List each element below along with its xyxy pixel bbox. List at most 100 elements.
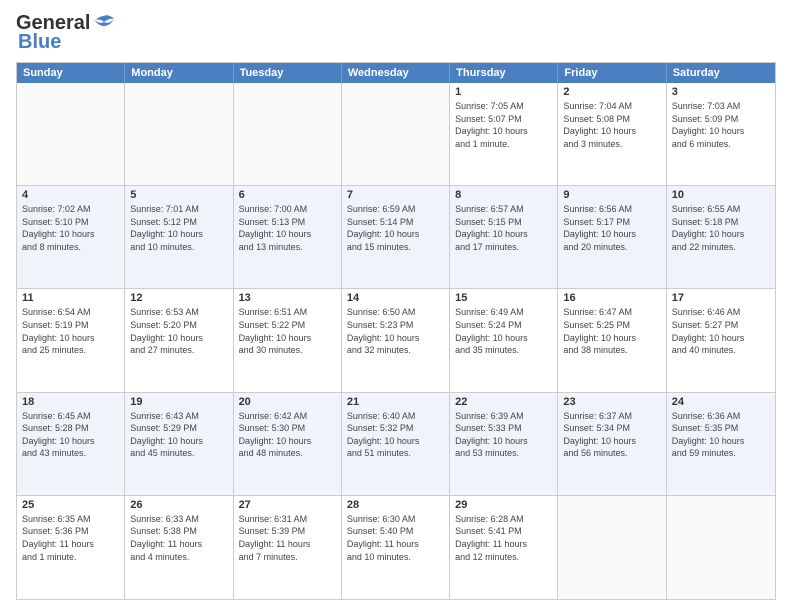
- day-number: 2: [563, 86, 660, 98]
- day-info: Sunrise: 7:04 AM Sunset: 5:08 PM Dayligh…: [563, 100, 660, 150]
- day-info: Sunrise: 6:42 AM Sunset: 5:30 PM Dayligh…: [239, 410, 336, 460]
- day-info: Sunrise: 6:46 AM Sunset: 5:27 PM Dayligh…: [672, 306, 770, 356]
- day-number: 15: [455, 292, 552, 304]
- calendar-row: 4 Sunrise: 7:02 AM Sunset: 5:10 PM Daylig…: [17, 186, 775, 289]
- day-info: Sunrise: 6:54 AM Sunset: 5:19 PM Dayligh…: [22, 306, 119, 356]
- day-number: 17: [672, 292, 770, 304]
- calendar-body: 1Sunrise: 7:05 AM Sunset: 5:07 PM Daylig…: [17, 83, 775, 599]
- calendar-cell: 20Sunrise: 6:42 AM Sunset: 5:30 PM Dayli…: [234, 393, 342, 495]
- calendar-row: 11 Sunrise: 6:54 AM Sunset: 5:19 PM Dayli…: [17, 289, 775, 392]
- weekday-header: Saturday: [667, 63, 775, 83]
- day-number: 29: [455, 499, 552, 511]
- day-number: 8: [455, 189, 552, 201]
- calendar-cell: 29 Sunrise: 6:28 AM Sunset: 5:41 PM Dayli…: [450, 496, 558, 599]
- day-info: Sunrise: 6:56 AM Sunset: 5:17 PM Dayligh…: [563, 203, 660, 253]
- header: General Blue: [16, 12, 776, 54]
- day-number: 24: [672, 396, 770, 408]
- day-number: 22: [455, 396, 552, 408]
- calendar-cell: 11 Sunrise: 6:54 AM Sunset: 5:19 PM Dayli…: [17, 289, 125, 391]
- day-info: Sunrise: 6:53 AM Sunset: 5:20 PM Dayligh…: [130, 306, 227, 356]
- calendar-cell: 10Sunrise: 6:55 AM Sunset: 5:18 PM Dayli…: [667, 186, 775, 288]
- day-number: 18: [22, 396, 119, 408]
- calendar-cell: 24 Sunrise: 6:36 AM Sunset: 5:35 PM Dayli…: [667, 393, 775, 495]
- day-number: 25: [22, 499, 119, 511]
- day-number: 21: [347, 396, 444, 408]
- day-info: Sunrise: 7:03 AM Sunset: 5:09 PM Dayligh…: [672, 100, 770, 150]
- page: General Blue SundayMondayTuesdayWednesda…: [0, 0, 792, 612]
- calendar-row: 25 Sunrise: 6:35 AM Sunset: 5:36 PM Dayli…: [17, 496, 775, 599]
- day-info: Sunrise: 6:43 AM Sunset: 5:29 PM Dayligh…: [130, 410, 227, 460]
- day-number: 4: [22, 189, 119, 201]
- day-info: Sunrise: 6:28 AM Sunset: 5:41 PM Dayligh…: [455, 513, 552, 563]
- calendar-cell: [558, 496, 666, 599]
- day-number: 26: [130, 499, 227, 511]
- calendar-cell: 17 Sunrise: 6:46 AM Sunset: 5:27 PM Dayli…: [667, 289, 775, 391]
- weekday-header: Sunday: [17, 63, 125, 83]
- calendar-cell: 23 Sunrise: 6:37 AM Sunset: 5:34 PM Dayli…: [558, 393, 666, 495]
- day-number: 3: [672, 86, 770, 98]
- calendar-cell: 15 Sunrise: 6:49 AM Sunset: 5:24 PM Dayli…: [450, 289, 558, 391]
- day-number: 11: [22, 292, 119, 304]
- logo-blue: Blue: [18, 31, 61, 54]
- calendar-cell: 19 Sunrise: 6:43 AM Sunset: 5:29 PM Dayli…: [125, 393, 233, 495]
- day-number: 23: [563, 396, 660, 408]
- day-info: Sunrise: 7:02 AM Sunset: 5:10 PM Dayligh…: [22, 203, 119, 253]
- day-number: 12: [130, 292, 227, 304]
- day-number: 6: [239, 189, 336, 201]
- day-info: Sunrise: 6:39 AM Sunset: 5:33 PM Dayligh…: [455, 410, 552, 460]
- calendar-cell: 4 Sunrise: 7:02 AM Sunset: 5:10 PM Daylig…: [17, 186, 125, 288]
- calendar-cell: 5Sunrise: 7:01 AM Sunset: 5:12 PM Daylig…: [125, 186, 233, 288]
- day-number: 5: [130, 189, 227, 201]
- logo: General Blue: [16, 12, 116, 54]
- weekday-header: Monday: [125, 63, 233, 83]
- calendar-cell: 28 Sunrise: 6:30 AM Sunset: 5:40 PM Dayli…: [342, 496, 450, 599]
- day-info: Sunrise: 6:30 AM Sunset: 5:40 PM Dayligh…: [347, 513, 444, 563]
- calendar-cell: [342, 83, 450, 185]
- day-number: 19: [130, 396, 227, 408]
- calendar-cell: 25 Sunrise: 6:35 AM Sunset: 5:36 PM Dayli…: [17, 496, 125, 599]
- day-info: Sunrise: 6:40 AM Sunset: 5:32 PM Dayligh…: [347, 410, 444, 460]
- day-info: Sunrise: 6:49 AM Sunset: 5:24 PM Dayligh…: [455, 306, 552, 356]
- day-info: Sunrise: 6:59 AM Sunset: 5:14 PM Dayligh…: [347, 203, 444, 253]
- day-info: Sunrise: 6:55 AM Sunset: 5:18 PM Dayligh…: [672, 203, 770, 253]
- day-number: 1: [455, 86, 552, 98]
- calendar-cell: 8 Sunrise: 6:57 AM Sunset: 5:15 PM Daylig…: [450, 186, 558, 288]
- calendar-header: SundayMondayTuesdayWednesdayThursdayFrid…: [17, 63, 775, 83]
- day-info: Sunrise: 6:33 AM Sunset: 5:38 PM Dayligh…: [130, 513, 227, 563]
- calendar-cell: [125, 83, 233, 185]
- calendar-cell: 1Sunrise: 7:05 AM Sunset: 5:07 PM Daylig…: [450, 83, 558, 185]
- calendar-cell: 7 Sunrise: 6:59 AM Sunset: 5:14 PM Daylig…: [342, 186, 450, 288]
- day-info: Sunrise: 6:36 AM Sunset: 5:35 PM Dayligh…: [672, 410, 770, 460]
- calendar-cell: 26 Sunrise: 6:33 AM Sunset: 5:38 PM Dayli…: [125, 496, 233, 599]
- day-info: Sunrise: 6:50 AM Sunset: 5:23 PM Dayligh…: [347, 306, 444, 356]
- calendar-cell: [234, 83, 342, 185]
- calendar-cell: 22 Sunrise: 6:39 AM Sunset: 5:33 PM Dayli…: [450, 393, 558, 495]
- day-info: Sunrise: 6:37 AM Sunset: 5:34 PM Dayligh…: [563, 410, 660, 460]
- calendar-cell: 3 Sunrise: 7:03 AM Sunset: 5:09 PM Daylig…: [667, 83, 775, 185]
- weekday-header: Thursday: [450, 63, 558, 83]
- calendar-cell: 2 Sunrise: 7:04 AM Sunset: 5:08 PM Daylig…: [558, 83, 666, 185]
- day-info: Sunrise: 6:45 AM Sunset: 5:28 PM Dayligh…: [22, 410, 119, 460]
- weekday-header: Tuesday: [234, 63, 342, 83]
- calendar-cell: 13Sunrise: 6:51 AM Sunset: 5:22 PM Dayli…: [234, 289, 342, 391]
- day-number: 7: [347, 189, 444, 201]
- day-info: Sunrise: 6:35 AM Sunset: 5:36 PM Dayligh…: [22, 513, 119, 563]
- calendar-row: 18 Sunrise: 6:45 AM Sunset: 5:28 PM Dayli…: [17, 393, 775, 496]
- day-number: 28: [347, 499, 444, 511]
- calendar-cell: 6 Sunrise: 7:00 AM Sunset: 5:13 PM Daylig…: [234, 186, 342, 288]
- calendar-cell: [17, 83, 125, 185]
- day-info: Sunrise: 6:57 AM Sunset: 5:15 PM Dayligh…: [455, 203, 552, 253]
- day-number: 27: [239, 499, 336, 511]
- weekday-header: Friday: [558, 63, 666, 83]
- calendar-cell: 18 Sunrise: 6:45 AM Sunset: 5:28 PM Dayli…: [17, 393, 125, 495]
- day-info: Sunrise: 7:00 AM Sunset: 5:13 PM Dayligh…: [239, 203, 336, 253]
- calendar-cell: 14 Sunrise: 6:50 AM Sunset: 5:23 PM Dayli…: [342, 289, 450, 391]
- day-number: 9: [563, 189, 660, 201]
- day-info: Sunrise: 6:47 AM Sunset: 5:25 PM Dayligh…: [563, 306, 660, 356]
- bird-icon: [92, 14, 116, 34]
- day-number: 14: [347, 292, 444, 304]
- day-info: Sunrise: 6:51 AM Sunset: 5:22 PM Dayligh…: [239, 306, 336, 356]
- calendar-cell: 21 Sunrise: 6:40 AM Sunset: 5:32 PM Dayli…: [342, 393, 450, 495]
- day-info: Sunrise: 6:31 AM Sunset: 5:39 PM Dayligh…: [239, 513, 336, 563]
- calendar-cell: [667, 496, 775, 599]
